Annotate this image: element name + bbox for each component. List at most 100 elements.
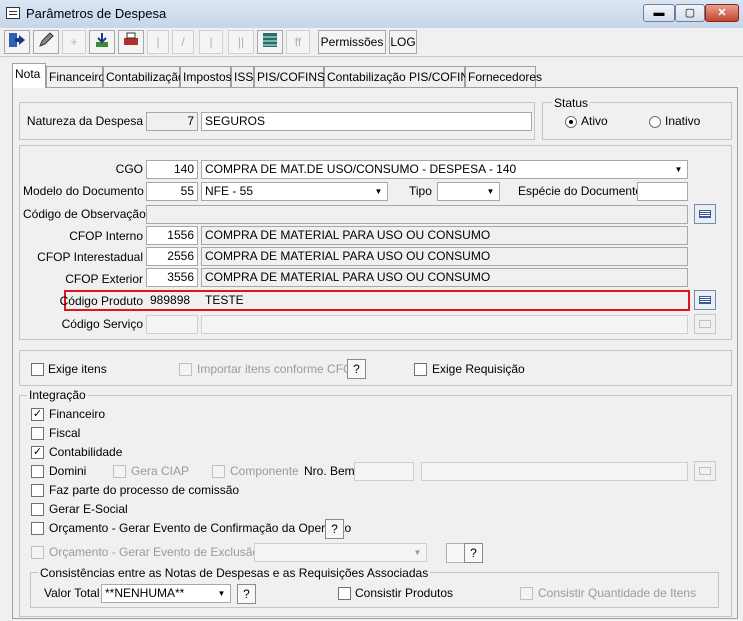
exige-itens-checkbox[interactable] — [31, 363, 44, 376]
orcamento-exclusao-extra-button[interactable] — [446, 543, 465, 563]
domini-label: Domini — [49, 464, 87, 478]
modelo-select-value: NFE - 55 — [205, 184, 254, 198]
contabilidade-checkbox[interactable]: ✓ — [31, 446, 44, 459]
importar-itens-help-button[interactable]: ? — [347, 359, 366, 379]
tab-nota[interactable]: Nota — [12, 63, 46, 88]
orcamento-exclusao-label: Orçamento - Gerar Evento de Exclusão — [49, 545, 260, 559]
valor-total-help-button[interactable]: ? — [237, 584, 256, 604]
log-button[interactable]: LOG — [389, 30, 417, 54]
status-inativo-label: Inativo — [665, 114, 701, 128]
produto-label: Código Produto — [59, 294, 143, 308]
financeiro-checkbox[interactable]: ✓ — [31, 408, 44, 421]
tipo-select[interactable]: ▼ — [437, 182, 500, 201]
orcamento-confirmacao-checkbox[interactable] — [31, 522, 44, 535]
tab-contabilizacao-pis-cofins[interactable]: Contabilização PIS/COFINS — [324, 66, 477, 88]
window-title: Parâmetros de Despesa — [26, 6, 167, 21]
cfop-interestadual-desc-field: COMPRA DE MATERIAL PARA USO OU CONSUMO — [201, 247, 688, 266]
esocial-label: Gerar E-Social — [49, 502, 128, 516]
cfop-interno-code-field[interactable]: 1556 — [146, 226, 198, 245]
valor-total-select-value: **NENHUMA** — [105, 586, 185, 600]
status-ativo-radio[interactable] — [565, 116, 577, 128]
esocial-checkbox[interactable] — [31, 503, 44, 516]
nro-bem-lookup-icon — [694, 461, 716, 481]
last-record-icon: || — [228, 30, 254, 54]
exit-icon-glyph — [9, 33, 25, 47]
tab-panel-nota: Natureza da Despesa 7 SEGUROS Status Ati… — [12, 87, 738, 619]
comissao-label: Faz parte do processo de comissão — [49, 483, 240, 497]
edit-icon[interactable] — [33, 30, 59, 54]
especie-field[interactable] — [637, 182, 688, 201]
window-icon — [6, 7, 20, 19]
observacao-label: Código de Observação — [23, 207, 146, 221]
tab-iss[interactable]: ISS — [231, 66, 254, 88]
exige-requisicao-label: Exige Requisição — [432, 362, 525, 376]
close-button[interactable]: ✕ — [705, 4, 739, 22]
tab-financeiro[interactable]: Financeiro — [46, 66, 105, 88]
cfop-exterior-code-field[interactable]: 3556 — [146, 268, 198, 287]
fiscal-label: Fiscal — [49, 426, 81, 440]
nro-bem-desc-field — [421, 462, 688, 481]
servico-code-field — [146, 315, 198, 334]
orcamento-exclusao-help-button[interactable]: ? — [464, 543, 483, 563]
observacao-lookup-icon[interactable] — [694, 204, 716, 224]
produto-code-field[interactable]: 989898 — [146, 291, 198, 310]
toolbar: + | / | || ff Permissões LOG — [0, 28, 743, 57]
tab-impostos[interactable]: Impostos — [180, 66, 232, 88]
consistir-produtos-checkbox[interactable] — [338, 587, 351, 600]
natureza-name-field[interactable]: SEGUROS — [201, 112, 532, 131]
exit-icon[interactable] — [4, 30, 30, 54]
table-icon — [263, 33, 277, 47]
financeiro-label: Financeiro — [49, 407, 106, 421]
exige-requisicao-checkbox[interactable] — [414, 363, 427, 376]
consistir-quantidade-checkbox — [520, 587, 533, 600]
domini-checkbox[interactable] — [31, 465, 44, 478]
title-bar: Parâmetros de Despesa ▬ ▢ ✕ — [0, 0, 743, 29]
componente-label: Componente — [230, 464, 299, 478]
cfop-interno-desc-field: COMPRA DE MATERIAL PARA USO OU CONSUMO — [201, 226, 688, 245]
minimize-button[interactable]: ▬ — [643, 4, 675, 22]
chevron-down-icon[interactable]: ▼ — [214, 586, 229, 601]
valor-total-label: Valor Total — [44, 586, 100, 600]
tab-fornecedores[interactable]: Fornecedores — [465, 66, 542, 88]
save-icon[interactable] — [89, 30, 115, 54]
observacao-field — [146, 205, 688, 224]
modelo-code-field[interactable]: 55 — [146, 182, 198, 201]
natureza-code-field: 7 — [146, 112, 198, 131]
cgo-select[interactable]: COMPRA DE MAT.DE USO/CONSUMO - DESPESA -… — [201, 160, 688, 179]
cfop-exterior-desc-field: COMPRA DE MATERIAL PARA USO OU CONSUMO — [201, 268, 688, 287]
permissoes-button[interactable]: Permissões — [318, 30, 386, 54]
add-record-icon: + — [62, 30, 86, 54]
orcamento-exclusao-select: ▼ — [254, 543, 427, 562]
produto-lookup-icon[interactable] — [694, 290, 716, 310]
tab-pis-cofins[interactable]: PIS/COFINS — [254, 66, 325, 88]
filter-icon: ff — [286, 30, 310, 54]
orcamento-confirmacao-help-button[interactable]: ? — [325, 519, 344, 539]
tab-contabilizacao[interactable]: Contabilização — [103, 66, 185, 88]
cfop-interestadual-code-field[interactable]: 2556 — [146, 247, 198, 266]
chevron-down-icon[interactable]: ▼ — [371, 184, 386, 199]
chevron-down-icon[interactable]: ▼ — [671, 162, 686, 177]
gera-ciap-label: Gera CIAP — [131, 464, 190, 478]
printer-icon — [124, 32, 138, 45]
gera-ciap-checkbox — [113, 465, 126, 478]
chevron-down-icon[interactable]: ▼ — [483, 184, 498, 199]
nro-bem-code-field — [354, 462, 414, 481]
fiscal-checkbox[interactable] — [31, 427, 44, 440]
first-record-icon: | — [147, 30, 169, 54]
comissao-checkbox[interactable] — [31, 484, 44, 497]
chevron-down-icon: ▼ — [413, 548, 422, 557]
grid-view-icon[interactable] — [257, 30, 283, 54]
tipo-label: Tipo — [409, 184, 432, 198]
consistir-quantidade-label: Consistir Quantidade de Itens — [538, 586, 697, 600]
valor-total-select[interactable]: **NENHUMA** ▼ — [101, 584, 231, 603]
status-inativo-radio[interactable] — [649, 116, 661, 128]
next-record-icon: | — [199, 30, 223, 54]
servico-label: Código Serviço — [61, 317, 143, 331]
print-icon[interactable] — [118, 30, 144, 54]
maximize-button[interactable]: ▢ — [675, 4, 705, 22]
cgo-code-field[interactable]: 140 — [146, 160, 198, 179]
orcamento-exclusao-checkbox — [31, 546, 44, 559]
modelo-select[interactable]: NFE - 55 ▼ — [201, 182, 388, 201]
consistencias-label: Consistências entre as Notas de Despesas… — [38, 566, 431, 580]
componente-checkbox — [212, 465, 225, 478]
